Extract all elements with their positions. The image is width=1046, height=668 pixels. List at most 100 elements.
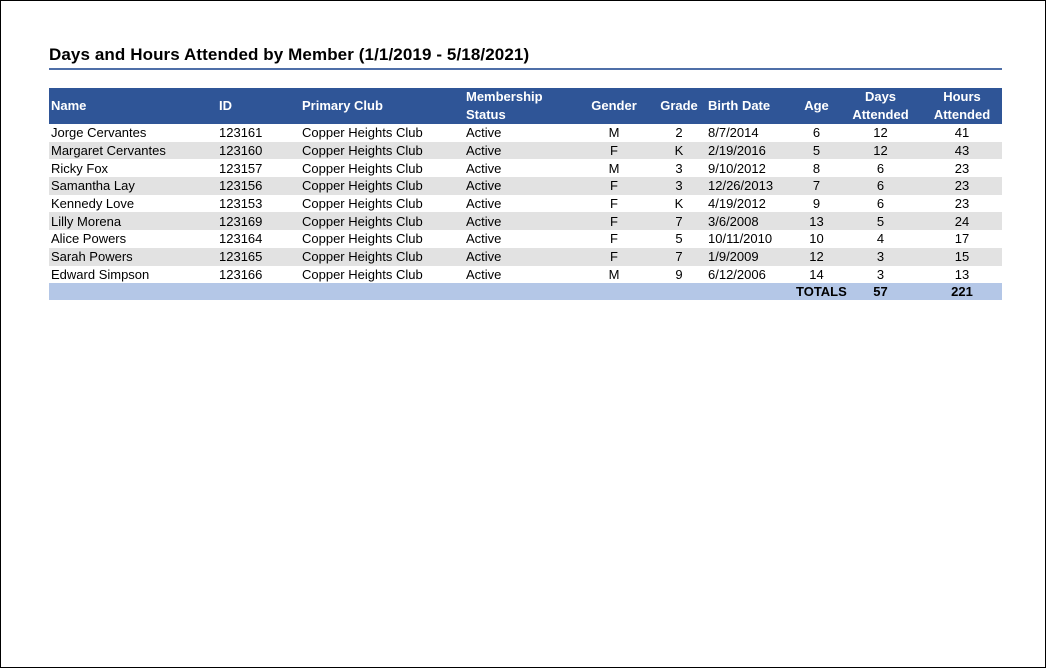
totals-spacer (217, 283, 300, 301)
cell-status: Active (466, 196, 502, 212)
cell-age: 8 (812, 160, 821, 176)
cell-name: Lilly Morena (49, 212, 217, 231)
header-membership-status-line2: Status (466, 107, 506, 122)
cell-grade: 7 (652, 247, 706, 266)
cell-age: 6 (812, 125, 821, 141)
cell-hours: 23 (922, 177, 1002, 195)
cell-grade: 9 (675, 266, 683, 282)
cell-status: Active (466, 125, 502, 141)
cell-id: 123164 (219, 231, 263, 247)
header-hours-line2: Attended (933, 107, 991, 122)
cell-status: Active (466, 160, 502, 176)
table-header-row: Name ID Primary Club Membership Status Ge… (49, 88, 1002, 124)
totals-spacer (300, 283, 464, 301)
cell-id: 123156 (217, 177, 300, 195)
cell-birth-date: 9/10/2012 (708, 160, 766, 176)
cell-age: 12 (794, 247, 839, 266)
cell-grade: 3 (675, 160, 683, 176)
header-membership-status: Membership Status (464, 88, 576, 124)
cell-club: Copper Heights Club (302, 266, 423, 282)
cell-age: 13 (794, 212, 839, 231)
cell-club: Copper Heights Club (302, 231, 423, 247)
cell-days: 5 (839, 212, 922, 231)
cell-name: Sarah Powers (49, 247, 217, 266)
cell-club: Copper Heights Club (302, 125, 423, 141)
cell-hours: 17 (954, 231, 970, 247)
cell-id: 123161 (219, 125, 263, 141)
header-primary-club: Primary Club (300, 88, 464, 124)
header-age: Age (794, 88, 839, 124)
cell-gender: M (608, 125, 620, 141)
cell-name: Margaret Cervantes (49, 141, 217, 160)
cell-gender: F (576, 177, 652, 195)
totals-days: 57 (839, 283, 922, 301)
totals-spacer (576, 283, 652, 301)
cell-hours: 15 (922, 247, 1002, 266)
cell-status: Active (466, 231, 502, 247)
cell-days: 3 (876, 266, 885, 282)
cell-id: 123157 (219, 160, 263, 176)
totals-spacer (652, 283, 706, 301)
attendance-table: Name ID Primary Club Membership Status Ge… (49, 88, 1002, 301)
cell-gender: M (608, 160, 620, 176)
cell-grade: K (674, 196, 684, 212)
cell-days: 3 (839, 247, 922, 266)
cell-status: Active (466, 266, 502, 282)
cell-id: 123166 (219, 266, 263, 282)
cell-grade: 5 (675, 231, 683, 247)
table-row: Sarah Powers 123165 Copper Heights Club … (49, 247, 1002, 266)
cell-birth-date: 1/9/2009 (706, 247, 794, 266)
cell-birth-date: 2/19/2016 (706, 141, 794, 160)
cell-name: Kennedy Love (51, 196, 135, 212)
cell-status: Active (464, 247, 576, 266)
cell-age: 7 (794, 177, 839, 195)
cell-hours: 43 (922, 141, 1002, 160)
totals-spacer (706, 283, 794, 301)
header-id: ID (217, 88, 300, 124)
cell-days: 6 (839, 177, 922, 195)
header-hours-line1: Hours (943, 89, 981, 104)
header-membership-status-line1: Membership (466, 89, 543, 104)
cell-club: Copper Heights Club (302, 196, 423, 212)
totals-hours: 221 (922, 283, 1002, 301)
cell-grade: 3 (652, 177, 706, 195)
table-row: Edward Simpson 123166 Copper Heights Clu… (49, 266, 1002, 284)
cell-birth-date: 6/12/2006 (708, 266, 766, 282)
cell-name: Alice Powers (51, 231, 127, 247)
cell-grade: K (652, 141, 706, 160)
report-title: Days and Hours Attended by Member (1/1/2… (49, 45, 530, 64)
cell-days: 12 (839, 141, 922, 160)
cell-hours: 23 (954, 196, 970, 212)
cell-status: Active (464, 212, 576, 231)
table-row: Margaret Cervantes 123160 Copper Heights… (49, 141, 1002, 160)
table-row: Jorge Cervantes 123161 Copper Heights Cl… (49, 124, 1002, 142)
cell-hours: 23 (954, 160, 970, 176)
cell-name: Ricky Fox (51, 160, 109, 176)
cell-age: 14 (809, 266, 824, 282)
cell-name: Edward Simpson (51, 266, 150, 282)
header-gender: Gender (576, 88, 652, 124)
cell-id: 123169 (217, 212, 300, 231)
cell-grade: 7 (652, 212, 706, 231)
table-row: Alice Powers 123164 Copper Heights Club … (49, 230, 1002, 248)
cell-club: Copper Heights Club (300, 247, 464, 266)
cell-days: 12 (873, 125, 888, 141)
cell-club: Copper Heights Club (302, 160, 423, 176)
header-days-attended: Days Attended (839, 88, 922, 124)
cell-days: 6 (876, 160, 885, 176)
header-hours-attended: Hours Attended (922, 88, 1002, 124)
totals-spacer (464, 283, 576, 301)
cell-name: Samantha Lay (49, 177, 217, 195)
title-divider (49, 68, 1002, 70)
cell-age: 5 (794, 141, 839, 160)
cell-club: Copper Heights Club (300, 212, 464, 231)
table-row: Samantha Lay 123156 Copper Heights Club … (49, 177, 1002, 195)
header-name: Name (49, 88, 217, 124)
header-days-line1: Days (864, 89, 897, 104)
cell-gender: F (576, 247, 652, 266)
cell-club: Copper Heights Club (300, 141, 464, 160)
totals-row: TOTALS 57 221 (49, 283, 1002, 301)
report-page: Days and Hours Attended by Member (1/1/2… (0, 0, 1046, 668)
cell-hours: 24 (922, 212, 1002, 231)
totals-spacer (49, 283, 217, 301)
